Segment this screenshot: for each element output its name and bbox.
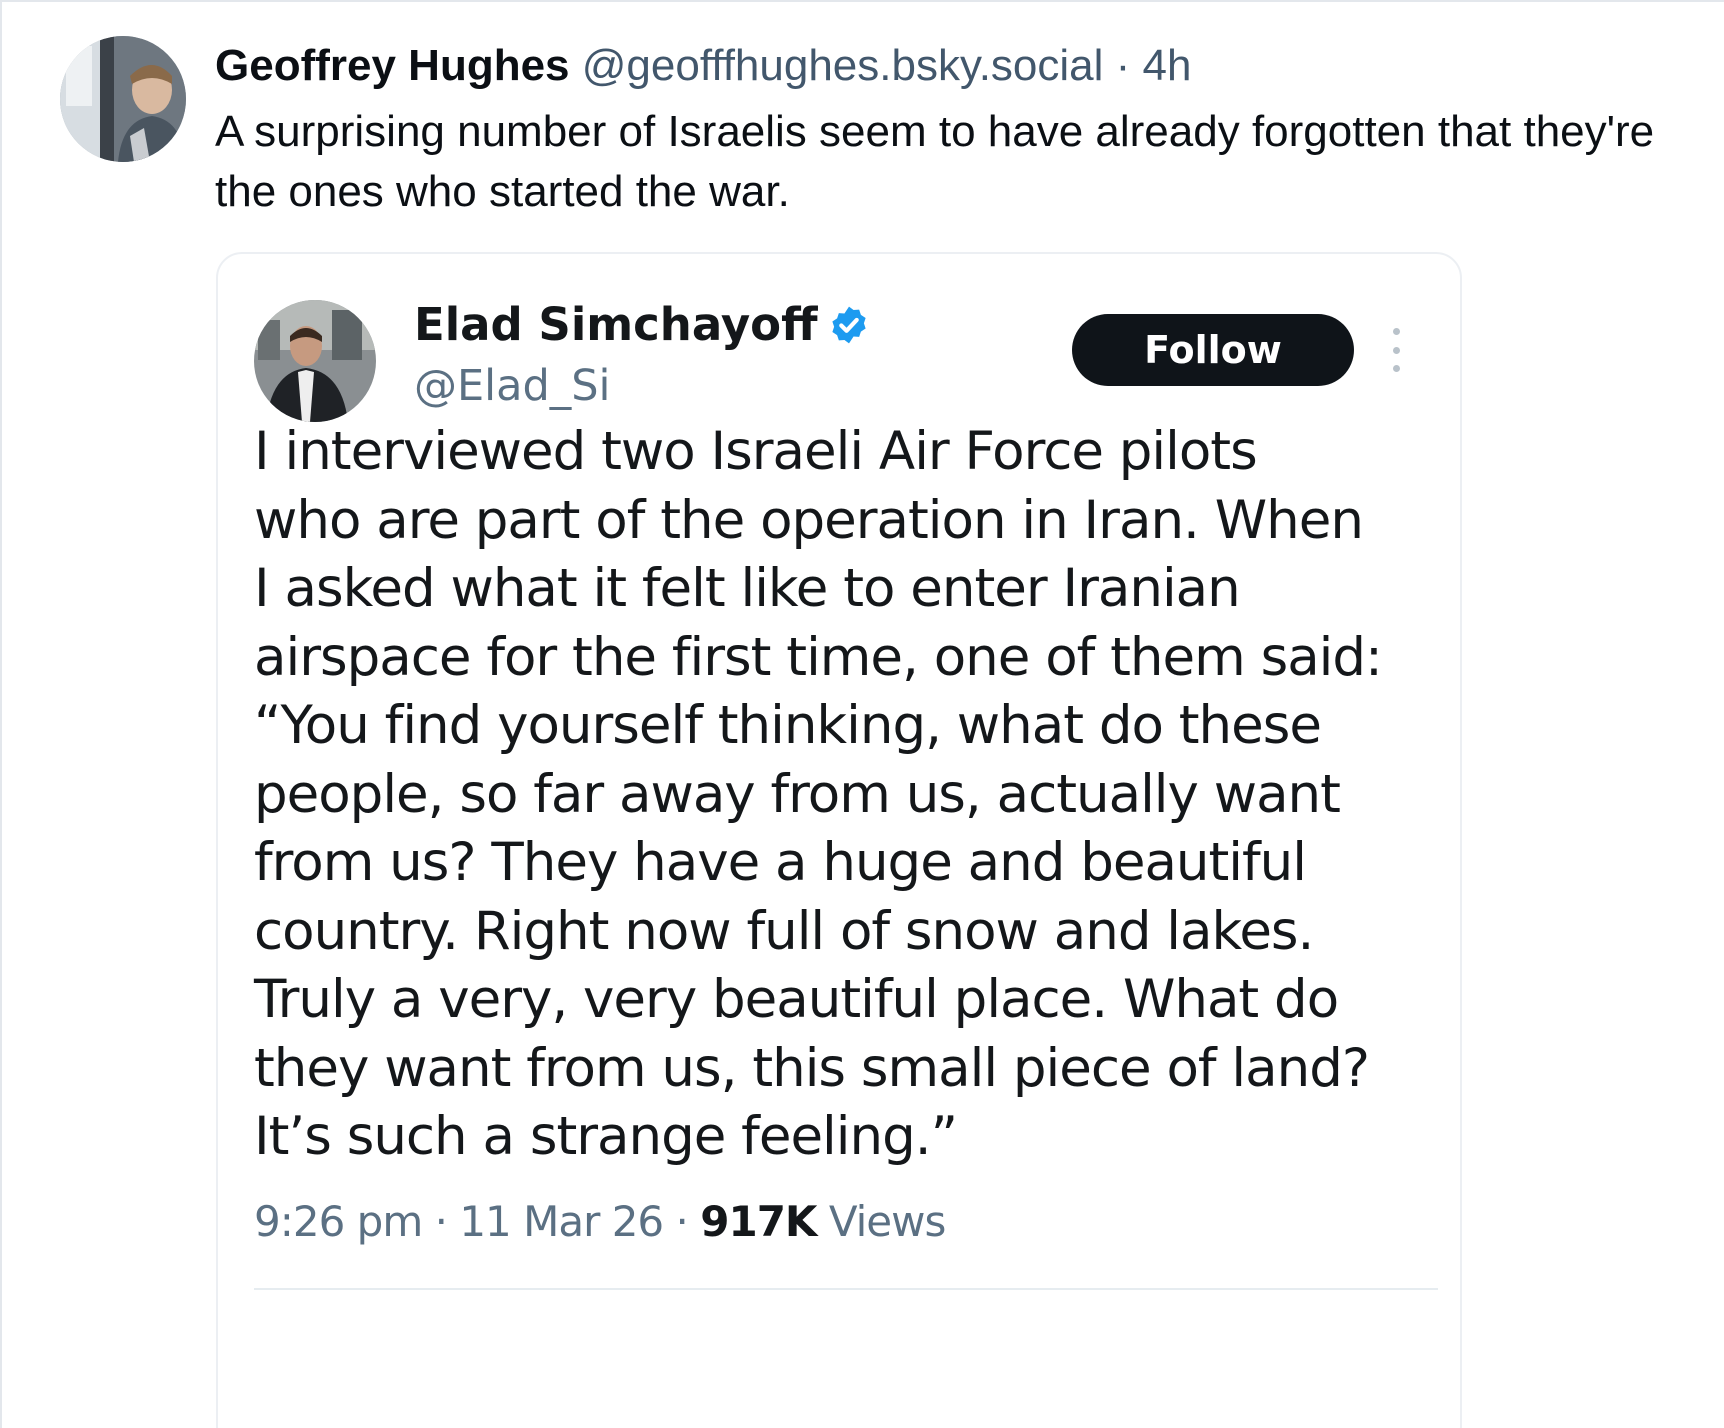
meta-separator: · <box>675 1197 689 1246</box>
meta-separator: · <box>434 1197 448 1246</box>
divider <box>254 1288 1438 1290</box>
embed-author-avatar <box>254 300 376 422</box>
tweet-date: 11 Mar 26 <box>459 1197 664 1246</box>
post-author-name[interactable]: Geoffrey Hughes <box>215 41 570 90</box>
embed-tweet-text: I interviewed two Israeli Air Force pilo… <box>254 421 1383 1167</box>
avatar-photo-icon <box>254 300 376 422</box>
embedded-image-card[interactable]: Elad Simchayoff @Elad_Si Follow I interv… <box>216 252 1462 1428</box>
embed-author-handle: @Elad_Si <box>414 361 611 411</box>
post-text: A surprising number of Israelis seem to … <box>215 107 1655 216</box>
ellipsis-dot <box>1392 365 1400 372</box>
ellipsis-dot <box>1392 346 1400 354</box>
embed-author-name: Elad Simchayoff <box>414 298 818 351</box>
vertical-ellipsis-icon[interactable] <box>1386 328 1406 372</box>
views-count: 917K <box>700 1197 817 1246</box>
embed-tweet-meta: 9:26 pm · 11 Mar 26 · 917K Views <box>254 1194 947 1250</box>
page: Geoffrey Hughes @geofffhughes.bsky.socia… <box>0 0 1724 1428</box>
post-header: Geoffrey Hughes @geofffhughes.bsky.socia… <box>215 36 1192 96</box>
views-label: Views <box>828 1197 947 1246</box>
tweet-time: 9:26 pm <box>254 1197 423 1246</box>
post-timestamp[interactable]: 4h <box>1143 41 1192 90</box>
post-author-avatar[interactable] <box>60 36 186 162</box>
verified-badge-icon <box>828 304 870 346</box>
embed-name-row: Elad Simchayoff <box>414 296 870 354</box>
post-author-handle[interactable]: @geofffhughes.bsky.social <box>582 41 1104 90</box>
post-separator: · <box>1115 41 1131 90</box>
follow-button[interactable]: Follow <box>1072 314 1354 386</box>
ellipsis-dot <box>1392 328 1400 335</box>
avatar-photo-icon <box>60 36 186 162</box>
